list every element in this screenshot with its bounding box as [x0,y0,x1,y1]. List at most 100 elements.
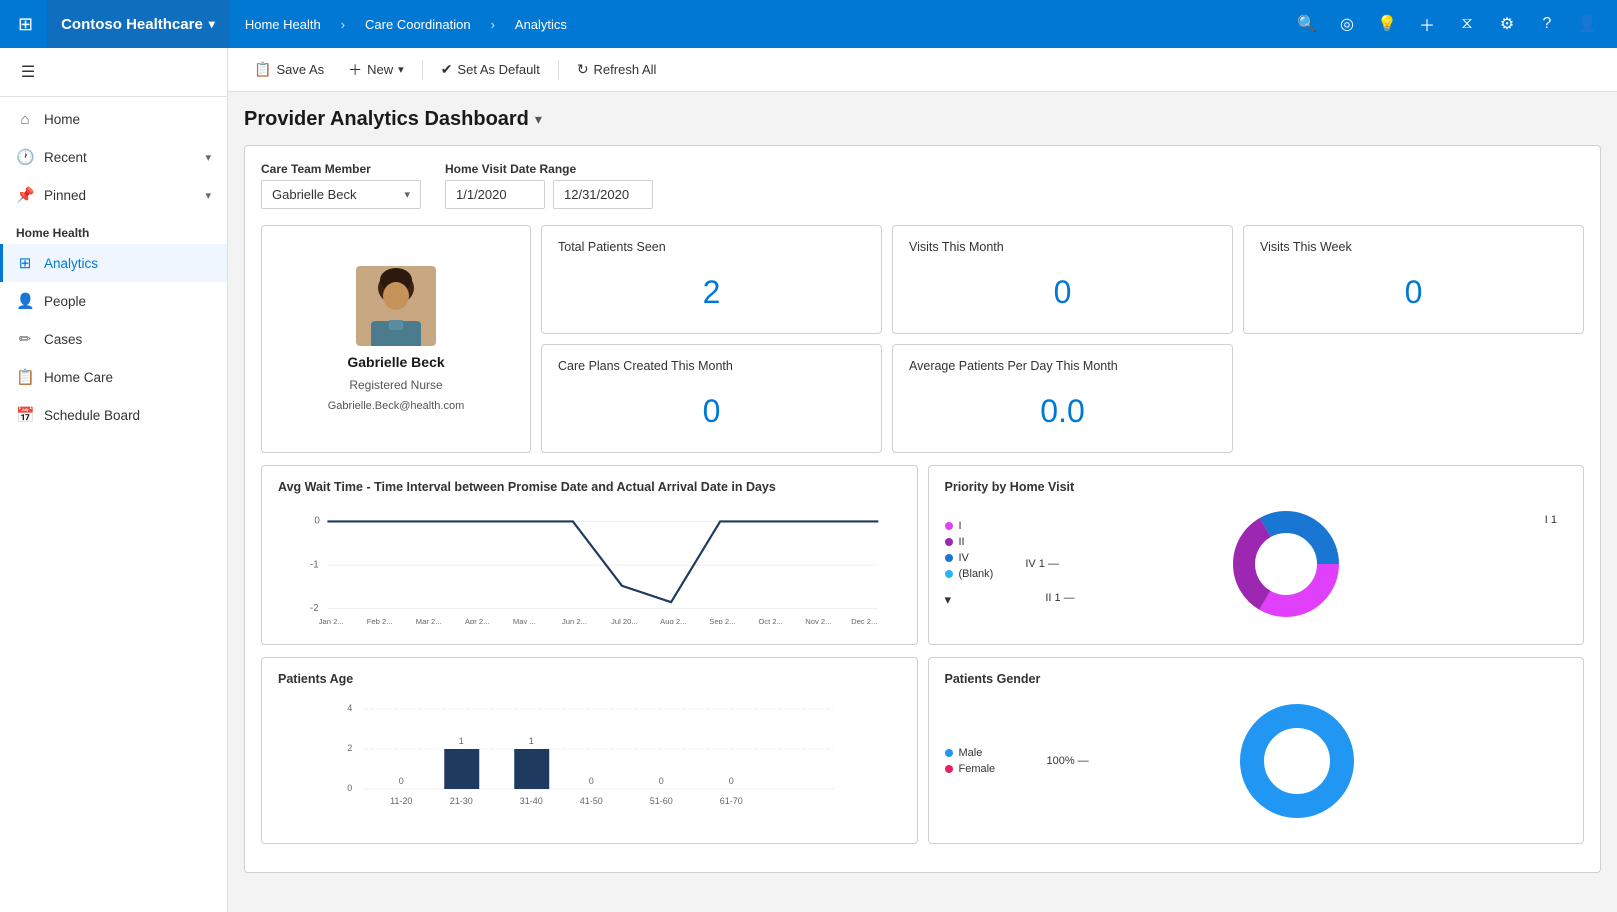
sidebar-item-homecare[interactable]: 📋 Home Care [0,358,227,396]
user-icon[interactable]: 👤 [1569,6,1605,42]
sidebar-item-scheduleboard[interactable]: 📅 Schedule Board [0,396,227,434]
svg-text:0: 0 [729,776,734,786]
visits-week-value: 0 [1260,266,1567,319]
sidebar-item-analytics[interactable]: ⊞ Analytics [0,244,227,282]
legend-label-I: I [959,520,962,532]
care-plans-label: Care Plans Created This Month [558,359,865,373]
date-end-input[interactable]: 12/31/2020 [553,180,653,209]
command-bar: 📋 Save As ＋ New ▾ ✔ Set As Default ↻ Ref… [228,48,1617,92]
sidebar-cases-label: Cases [44,332,82,347]
svg-text:Apr 2...: Apr 2... [465,617,490,624]
stats-grid: Gabrielle Beck Registered Nurse Gabriell… [261,225,1584,453]
age-chart-title: Patients Age [278,672,901,686]
line-chart-area: 0 -1 -2 Jan 2... [278,504,901,624]
homecare-icon: 📋 [16,368,34,386]
search-icon[interactable]: 🔍 [1289,6,1325,42]
dashboard-card: Care Team Member Gabrielle Beck ▾ Home V… [244,145,1601,873]
target-icon[interactable]: ◎ [1329,6,1365,42]
pinned-icon: 📌 [16,186,34,204]
set-default-label: Set As Default [457,62,539,77]
sidebar-item-cases[interactable]: ✏ Cases [0,320,227,358]
svg-text:Nov 2...: Nov 2... [805,617,831,624]
legend-dropdown-btn[interactable]: ▾ [945,592,994,608]
refresh-icon: ↻ [577,61,589,78]
priority-donut-area: I 1 IV 1 — II 1 — [1005,504,1567,624]
date-start-input[interactable]: 1/1/2020 [445,180,545,209]
gender-donut-svg [1232,696,1362,826]
svg-text:4: 4 [347,703,352,713]
gender-donut-label: 100% — [1047,755,1089,767]
legend-label-II: II [959,536,965,548]
charts-row-1: Avg Wait Time - Time Interval between Pr… [261,465,1584,645]
sidebar-item-pinned[interactable]: 📌 Pinned ▾ [0,176,227,214]
legend-dot-blank [945,570,953,578]
save-icon: 📋 [254,61,271,78]
legend-item-male: Male [945,747,1015,759]
bulb-icon[interactable]: 💡 [1369,6,1405,42]
new-button[interactable]: ＋ New ▾ [338,54,414,86]
sidebar-item-recent[interactable]: 🕐 Recent ▾ [0,138,227,176]
svg-text:21-30: 21-30 [450,796,473,806]
priority-chart-card: Priority by Home Visit I II [928,465,1585,645]
svg-text:-1: -1 [310,559,319,570]
svg-text:-2: -2 [310,603,319,614]
sidebar-nav: ⌂ Home 🕐 Recent ▾ 📌 Pinned ▾ Home Health… [0,97,227,438]
settings-icon[interactable]: ⚙ [1489,6,1525,42]
refresh-button[interactable]: ↻ Refresh All [567,55,667,84]
hamburger-icon[interactable]: ☰ [12,56,44,88]
svg-text:41-50: 41-50 [580,796,603,806]
apps-icon[interactable]: ⊞ [12,8,39,41]
page-title-chevron-icon[interactable]: ▾ [535,111,542,128]
help-icon[interactable]: ? [1529,6,1565,42]
scheduleboard-icon: 📅 [16,406,34,424]
donut-label-I1: I 1 [1545,514,1557,526]
nav-care-coordination[interactable]: Care Coordination [357,13,479,36]
people-icon: 👤 [16,292,34,310]
legend-dot-IV [945,554,953,562]
profile-card: Gabrielle Beck Registered Nurse Gabriell… [261,225,531,453]
brand[interactable]: Contoso Healthcare ▾ [47,0,229,48]
filter-icon[interactable]: ⧖ [1449,6,1485,42]
sidebar-people-label: People [44,294,86,309]
svg-text:11-20: 11-20 [390,796,412,806]
priority-donut-svg [1226,504,1346,624]
filter-row: Care Team Member Gabrielle Beck ▾ Home V… [261,162,1584,209]
sidebar-item-home[interactable]: ⌂ Home [0,101,227,138]
svg-text:Feb 2...: Feb 2... [367,617,393,624]
visits-week-label: Visits This Week [1260,240,1567,254]
line-chart-svg: 0 -1 -2 Jan 2... [278,504,901,624]
profile-role: Registered Nurse [349,378,442,392]
brand-chevron[interactable]: ▾ [209,17,215,31]
care-team-select[interactable]: Gabrielle Beck ▾ [261,180,421,209]
set-default-button[interactable]: ✔ Set As Default [431,55,550,84]
svg-text:Aug 2...: Aug 2... [660,617,686,624]
gender-donut-area: 100% — [1027,696,1568,826]
sidebar-item-people[interactable]: 👤 People [0,282,227,320]
cases-icon: ✏ [16,330,34,348]
legend-label-blank: (Blank) [959,568,994,580]
svg-text:0: 0 [399,776,404,786]
total-patients-value: 2 [558,266,865,319]
age-chart-area: 4 2 0 0 11-20 [278,696,901,829]
nav-home-health[interactable]: Home Health [237,13,329,36]
care-plans-value: 0 [558,385,865,438]
date-range-filter-group: Home Visit Date Range 1/1/2020 12/31/202… [445,162,653,209]
pinned-chevron-icon: ▾ [205,189,211,202]
save-as-button[interactable]: 📋 Save As [244,55,334,84]
recent-icon: 🕐 [16,148,34,166]
sidebar-homecare-label: Home Care [44,370,113,385]
nav-analytics[interactable]: Analytics [507,13,575,36]
new-chevron-icon: ▾ [398,63,404,76]
top-bar: ⊞ Contoso Healthcare ▾ Home Health › Car… [0,0,1617,48]
svg-text:0: 0 [589,776,594,786]
check-icon: ✔ [441,61,453,78]
charts-row-2: Patients Age 4 2 0 [261,657,1584,844]
right-panel: 📋 Save As ＋ New ▾ ✔ Set As Default ↻ Ref… [228,48,1617,912]
stat-visits-week: Visits This Week 0 [1243,225,1584,334]
stat-avg-patients: Average Patients Per Day This Month 0.0 [892,344,1233,453]
legend-label-male: Male [959,747,983,759]
sidebar-scheduleboard-label: Schedule Board [44,408,140,423]
svg-text:Oct 2...: Oct 2... [758,617,783,624]
add-icon[interactable]: ＋ [1409,6,1445,42]
profile-name: Gabrielle Beck [347,354,444,370]
